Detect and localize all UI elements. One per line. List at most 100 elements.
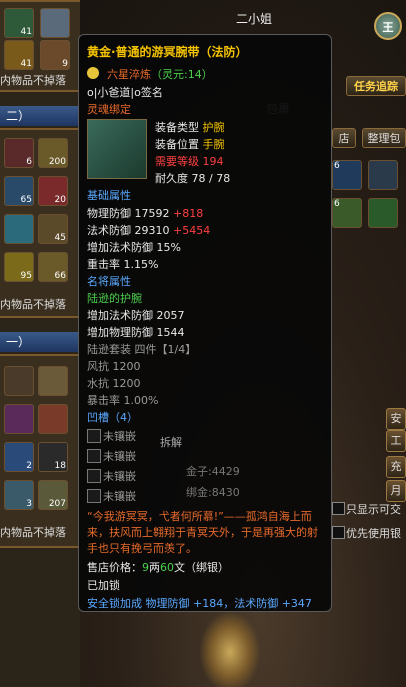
item-title: 黄金·普通的游冥腕带（法防）	[87, 45, 248, 59]
socket-title: 凹槽	[87, 411, 109, 424]
water-res: 水抗 1200	[87, 377, 141, 390]
socket-title-row: 凹槽（4）	[87, 409, 138, 425]
side-button-2[interactable]: 充	[386, 456, 406, 478]
equip-slot-row: 装备位置 手腕	[155, 136, 225, 152]
refine-line: 六星淬炼（灵元:14）	[107, 66, 213, 82]
price-wen-unit: 文	[174, 561, 185, 574]
left-inventory-panel: 41 41 9 内物品不掉落 二） 6 200 65 20 45 95 66 内…	[0, 0, 80, 687]
mag-def-row: 法术防御 29310 +5454	[87, 222, 210, 238]
mag-def-label: 法术防御	[87, 224, 131, 237]
storage-section-2-header[interactable]: 二）	[0, 106, 80, 126]
socket-icon	[87, 469, 101, 483]
inventory-slot[interactable]	[38, 404, 68, 434]
set-crit-rate: 暴击率 1.00%	[87, 394, 159, 407]
famous-attr-title: 名将属性	[87, 275, 131, 288]
famous-line-1: 增加法术防御 2057	[87, 309, 185, 322]
inventory-slot[interactable]	[4, 404, 34, 434]
no-loss-label: 内物品不掉落	[0, 526, 66, 539]
phys-def-bonus: +818	[173, 207, 204, 220]
item-icon	[87, 119, 147, 179]
socket-icon	[87, 489, 101, 503]
character-sprite[interactable]	[200, 612, 260, 687]
item-flavor-text: “今我游冥冥，弋者何所慕!”——孤鸿自海上而来，扶风而上翱翔于青冥天外，于是再强…	[87, 510, 318, 555]
bag-grid: 6 6	[332, 160, 406, 236]
set-name: 陆逊套装 四件【1/4】	[87, 343, 197, 356]
only-tradeable-label: 只显示可交	[346, 503, 401, 516]
phys-def-label: 物理防御	[87, 207, 131, 220]
no-loss-label: 内物品不掉落	[0, 298, 66, 311]
socket-empty: 未镶嵌	[103, 450, 136, 463]
phys-def-value: 17592	[134, 207, 170, 220]
bag-slot[interactable]: 6	[332, 160, 362, 190]
mag-def-bonus: +5454	[173, 224, 211, 237]
inventory-slot[interactable]: 9	[40, 40, 70, 70]
inventory-slot[interactable]	[38, 366, 68, 396]
phys-def-row: 物理防御 17592 +818	[87, 205, 203, 221]
wind-res: 风抗 1200	[87, 360, 141, 373]
safe-button[interactable]: 安全	[386, 408, 406, 445]
bag-slot[interactable]	[368, 198, 398, 228]
sort-bag-button[interactable]: 整理包	[362, 128, 406, 148]
inventory-slot[interactable]: 2	[4, 442, 34, 472]
req-level-row: 需要等级 194	[155, 153, 224, 169]
base-attr-title: 基础属性	[87, 189, 131, 202]
socket-icon	[87, 449, 101, 463]
durability-value: 78 / 78	[191, 172, 231, 185]
side-button-3[interactable]: 月	[386, 480, 406, 502]
socket-empty: 未镶嵌	[103, 430, 136, 443]
inventory-slot[interactable]	[4, 366, 34, 396]
price-wen: 60	[160, 561, 174, 574]
inventory-slot[interactable]: 3	[4, 480, 34, 510]
durability-label: 耐久度	[155, 172, 188, 185]
prefer-bound-checkbox[interactable]	[332, 526, 345, 539]
smiley-icon	[87, 67, 99, 79]
storage-section-1: 2 18 3 207 内物品不掉落	[0, 354, 80, 548]
equip-slot-label: 装备位置	[155, 138, 199, 151]
seal-icon[interactable]: 王	[374, 12, 402, 40]
price-liang-unit: 两	[149, 561, 160, 574]
req-level-value: 194	[202, 155, 224, 168]
inventory-slot[interactable]: 18	[38, 442, 68, 472]
soul-bound-label: 灵魂绑定	[87, 103, 131, 116]
silver-label: 绑金:8430	[186, 486, 240, 499]
famous-item-name: 陆逊的护腕	[87, 292, 142, 305]
inventory-slot[interactable]: 41	[4, 40, 34, 70]
inventory-slot[interactable]: 41	[4, 8, 34, 38]
refine-label: 六星淬炼	[107, 68, 151, 81]
inventory-slot[interactable]: 66	[38, 252, 68, 282]
req-level-label: 需要等级	[155, 155, 199, 168]
equip-type-label: 装备类型	[155, 121, 199, 134]
socket-empty: 未镶嵌	[103, 490, 136, 503]
prefer-bound-label: 优先使用银	[346, 527, 401, 540]
inventory-slot[interactable]: 200	[38, 138, 68, 168]
only-tradeable-checkbox[interactable]	[332, 502, 345, 515]
equip-type-value: 护腕	[202, 121, 225, 134]
safe-lock-bonus: 安全锁加成 物理防御 +184，法术防御 +347	[87, 597, 312, 610]
crit-rate-line: 重击率 1.15%	[87, 258, 159, 271]
bag-slot[interactable]: 6	[332, 198, 362, 228]
socket-icon	[87, 429, 101, 443]
seal-label: 王	[382, 21, 394, 34]
side-button-1[interactable]: 工	[386, 430, 406, 452]
price-bind: （绑银）	[185, 561, 229, 574]
inventory-slot[interactable]: 65	[4, 176, 34, 206]
locked-label: 已加锁	[87, 579, 120, 592]
bag-slot[interactable]	[368, 160, 398, 190]
equip-slot-value: 手腕	[202, 138, 225, 151]
owner-signature: o|小爸道|o签名	[87, 86, 163, 99]
durability-row: 耐久度 78 / 78	[155, 170, 230, 186]
inventory-slot[interactable]: 45	[38, 214, 68, 244]
quest-track-button[interactable]: 任务追踪	[346, 76, 406, 96]
inventory-slot[interactable]	[40, 8, 70, 38]
storage-section-1-header[interactable]: 一）	[0, 332, 80, 352]
inventory-slot[interactable]: 6	[4, 138, 34, 168]
inventory-slot[interactable]: 20	[38, 176, 68, 206]
split-label[interactable]: 拆解	[160, 434, 182, 450]
shop-button[interactable]: 店	[332, 128, 356, 148]
socket-count: （4）	[109, 411, 138, 424]
mag-def-value: 29310	[134, 224, 170, 237]
inventory-slot[interactable]: 207	[38, 480, 68, 510]
socket-empty: 未镶嵌	[103, 470, 136, 483]
inventory-slot[interactable]	[4, 214, 34, 244]
inventory-slot[interactable]: 95	[4, 252, 34, 282]
